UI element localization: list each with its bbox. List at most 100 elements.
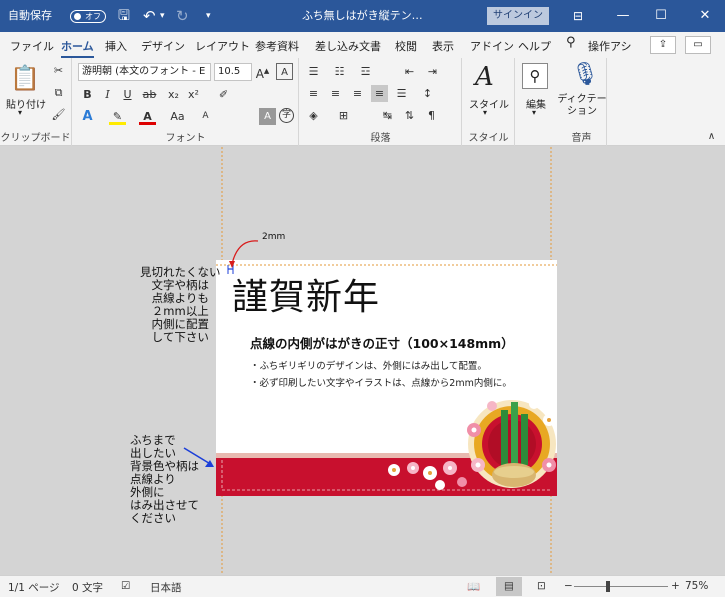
page-count[interactable]: 1/1 ページ <box>8 580 60 595</box>
ribbon-display-icon[interactable]: ⊟ <box>563 0 593 32</box>
tab-review[interactable]: 校閲 <box>395 38 417 54</box>
group-clipboard: 📋 貼り付け ▾ ✂ ⧉ 🖌 クリップボード <box>0 58 72 146</box>
collapse-ribbon-icon[interactable]: ∧ <box>703 128 720 145</box>
text-effects-icon[interactable]: A <box>79 108 96 125</box>
comment-icon[interactable]: ▭ <box>685 36 711 54</box>
tab-insert[interactable]: 挿入 <box>105 38 127 54</box>
tab-view[interactable]: 表示 <box>432 38 454 54</box>
web-layout-icon[interactable]: ⊡ <box>537 580 546 592</box>
maximize-button[interactable]: ☐ <box>646 0 676 32</box>
close-button[interactable]: ✕ <box>690 0 720 32</box>
tab-addins[interactable]: アドイン <box>470 38 514 54</box>
enclose-char-icon[interactable]: 字 <box>279 108 294 123</box>
asian-layout-icon[interactable]: ↹ <box>379 107 396 124</box>
undo-icon[interactable]: ↶ <box>143 0 156 32</box>
group-voice: 🎙 ディクテー ション 音声 <box>557 58 607 146</box>
redo-icon[interactable]: ↻ <box>176 0 189 32</box>
styles-button[interactable]: スタイル <box>467 96 511 111</box>
zoom-out-icon[interactable]: − <box>564 580 573 592</box>
strikethrough-icon[interactable]: ab <box>141 86 158 103</box>
change-case-icon[interactable]: Aa <box>169 108 186 125</box>
align-center-icon[interactable]: ≡ <box>327 85 344 102</box>
decrease-indent-icon[interactable]: ⇤ <box>401 63 418 80</box>
borders-icon[interactable]: ⊞ <box>335 107 352 124</box>
multilevel-list-icon[interactable]: ☲ <box>357 63 374 80</box>
ribbon-tabs: ファイル ホーム 挿入 デザイン レイアウト 参考資料 差し込み文書 校閲 表示… <box>0 32 725 59</box>
measure-label: 2mm <box>262 232 286 242</box>
font-color-icon[interactable]: A <box>139 108 156 125</box>
tab-design[interactable]: デザイン <box>141 38 185 54</box>
tab-file[interactable]: ファイル <box>10 38 54 54</box>
read-mode-icon[interactable]: 📖 <box>467 580 480 593</box>
subscript-icon[interactable]: x₂ <box>165 86 182 103</box>
dictation-button[interactable]: ディクテー ション <box>557 94 607 118</box>
zoom-level[interactable]: 75% <box>685 580 708 592</box>
clear-format-icon[interactable]: A <box>276 63 293 80</box>
justify-icon[interactable]: ≡ <box>371 85 388 102</box>
group-editing: ⚲ 編集 ▾ <box>516 58 556 146</box>
tab-home[interactable]: ホーム <box>61 38 94 59</box>
find-icon[interactable]: ⚲ <box>522 63 548 89</box>
increase-indent-icon[interactable]: ⇥ <box>424 63 441 80</box>
group-label-voice: 音声 <box>571 133 592 144</box>
tab-mailings[interactable]: 差し込み文書 <box>315 38 381 54</box>
editing-dropdown-icon[interactable]: ▾ <box>532 108 536 117</box>
tell-me-search[interactable]: 操作アシ <box>588 38 632 54</box>
language-indicator[interactable]: 日本語 <box>150 580 182 595</box>
paste-dropdown-icon[interactable]: ▾ <box>18 108 22 117</box>
sort-icon[interactable]: ⇅ <box>401 107 418 124</box>
tab-references[interactable]: 参考資料 <box>255 38 299 54</box>
autosave-toggle[interactable]: オフ <box>70 10 106 23</box>
paste-icon[interactable]: 📋 <box>10 64 40 92</box>
paste-button[interactable]: 貼り付け <box>6 96 46 111</box>
font-size-field[interactable]: 10.5 <box>214 63 252 81</box>
ribbon: 📋 貼り付け ▾ ✂ ⧉ 🖌 クリップボード 游明朝 (本文のフォント - E … <box>0 58 725 146</box>
sign-in-button[interactable]: サインイン <box>487 7 549 25</box>
numbering-icon[interactable]: ☷ <box>331 63 348 80</box>
align-right-icon[interactable]: ≡ <box>349 85 366 102</box>
search-icon[interactable]: ⚲ <box>566 35 576 50</box>
tab-help[interactable]: ヘルプ <box>518 38 551 54</box>
group-styles: A スタイル ▾ スタイル <box>463 58 515 146</box>
customize-toolbar-icon[interactable]: ▾ <box>206 0 211 32</box>
font-name-field[interactable]: 游明朝 (本文のフォント - E <box>78 63 211 81</box>
superscript-icon[interactable]: x² <box>185 86 202 103</box>
format-painter-icon[interactable]: 🖌 <box>50 106 67 123</box>
print-layout-icon[interactable]: ▤ <box>496 577 522 596</box>
document-canvas[interactable]: 謹賀新年 点線の内側がはがきの正寸（100×148mm） ・ふちギリギリのデザイ… <box>0 147 725 575</box>
zoom-in-icon[interactable]: + <box>671 580 680 592</box>
align-left-icon[interactable]: ≡ <box>305 85 322 102</box>
bullets-icon[interactable]: ☰ <box>305 63 322 80</box>
bold-icon[interactable]: B <box>79 86 96 103</box>
group-paragraph: ☰ ☷ ☲ ⇤ ⇥ ≡ ≡ ≡ ≡ ☰ ↕ ◈ ⊞ ↹ ⇅ ¶ 段落 <box>300 58 462 146</box>
highlight-icon[interactable]: ✎ <box>109 108 126 125</box>
styles-icon[interactable]: A <box>475 62 494 92</box>
italic-icon[interactable]: I <box>99 86 116 103</box>
grow-font-icon[interactable]: A▲ <box>254 63 271 81</box>
annotation-inside-margin: 見切れたくない 文字や柄は 点線よりも ２mm以上 内側に配置 して下さい <box>140 265 221 344</box>
minimize-button[interactable]: — <box>608 0 638 32</box>
proofing-icon[interactable]: ☑ <box>121 580 130 592</box>
line-spacing-icon[interactable]: ↕ <box>419 85 436 102</box>
underline-icon[interactable]: U <box>119 86 136 103</box>
cut-icon[interactable]: ✂ <box>50 62 67 79</box>
word-count[interactable]: 0 文字 <box>72 580 103 595</box>
share-icon[interactable]: ⇪ <box>650 36 676 54</box>
shading-icon[interactable]: ◈ <box>305 107 322 124</box>
zoom-slider-thumb[interactable] <box>605 581 610 592</box>
shrink-font-icon[interactable]: A <box>197 108 214 125</box>
zoom-slider[interactable] <box>574 581 668 592</box>
group-font: 游明朝 (本文のフォント - E 10.5 A▲ A B I U ab x₂ x… <box>73 58 299 146</box>
save-icon[interactable]: 🖫 <box>118 0 130 32</box>
group-label-font: フォント <box>165 133 206 144</box>
undo-dropdown-icon[interactable]: ▾ <box>160 0 165 32</box>
distributed-icon[interactable]: ☰ <box>393 85 410 102</box>
char-shading-icon[interactable]: A <box>259 108 276 125</box>
annotation-bleed: ふちまで 出したい 背景色や柄は 点線より 外側に はみ出させて ください <box>130 433 199 525</box>
text-effects-pen-icon[interactable]: ✐ <box>215 86 232 103</box>
copy-icon[interactable]: ⧉ <box>50 84 67 101</box>
microphone-icon[interactable]: 🎙 <box>571 62 599 87</box>
styles-dropdown-icon[interactable]: ▾ <box>483 108 487 117</box>
show-marks-icon[interactable]: ¶ <box>423 107 440 124</box>
tab-layout[interactable]: レイアウト <box>195 38 250 54</box>
